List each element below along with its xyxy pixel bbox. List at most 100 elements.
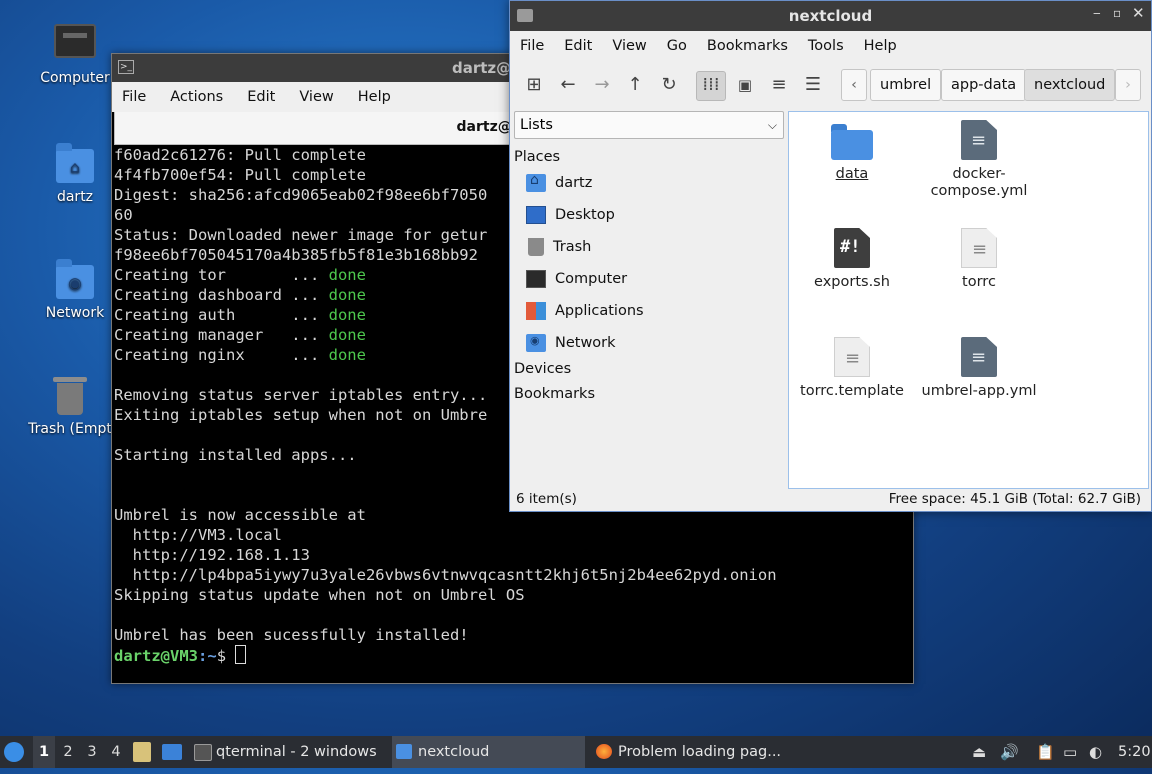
new-tab-icon[interactable]: ⊞ — [520, 71, 548, 99]
place-item-applications[interactable]: Applications — [512, 295, 786, 327]
reload-icon[interactable]: ↻ — [655, 71, 683, 99]
menu-file[interactable]: File — [122, 89, 146, 105]
forward-icon[interactable]: → — [588, 71, 616, 99]
menu-view[interactable]: View — [612, 38, 646, 54]
terminal-line: Skipping status update when not on Umbre… — [114, 586, 525, 604]
file-manager-toolbar: ⊞ ← → ↑ ↻ ⁞⁞⁞ ▣ ≡ ☰ ‹ umbrel app-data ne… — [510, 61, 1151, 107]
side-pane: Lists⌵ Places dartz Desktop Trash Comput… — [512, 109, 786, 489]
desktop-icon-trash[interactable]: Trash (Empt — [22, 375, 118, 437]
task-qterminal[interactable]: qterminal - 2 windows — [190, 736, 385, 768]
computer-icon — [54, 24, 96, 64]
thumbnail-view-icon[interactable]: ▣ — [731, 71, 759, 99]
desktop-icon — [526, 206, 546, 224]
place-item-network[interactable]: Network — [512, 327, 786, 359]
detailed-list-icon[interactable]: ☰ — [799, 71, 827, 99]
menu-actions[interactable]: Actions — [170, 89, 223, 105]
free-space: Free space: 45.1 GiB (Total: 62.7 GiB) — [888, 491, 1141, 507]
file-item-umbrel-app[interactable]: umbrel-app.yml — [919, 337, 1039, 400]
desktop-icon-label: Computer — [40, 70, 110, 86]
menu-help[interactable]: Help — [358, 89, 391, 105]
firefox-icon — [596, 744, 612, 759]
minimize-icon[interactable]: ‒ — [1093, 6, 1101, 20]
close-icon[interactable]: ✕ — [1132, 4, 1145, 22]
icon-view-icon[interactable]: ⁞⁞⁞ — [696, 71, 726, 101]
clock[interactable]: 5:20 — [1118, 736, 1151, 768]
folder-icon — [396, 744, 412, 759]
workspace-3[interactable]: 3 — [81, 736, 103, 768]
back-icon[interactable]: ← — [554, 71, 582, 99]
terminal-title: dartz@ — [452, 59, 512, 77]
script-file-icon — [834, 228, 870, 268]
menu-edit[interactable]: Edit — [564, 38, 592, 54]
file-manager-window[interactable]: nextcloud ‒ ▫ ✕ File Edit View Go Bookma… — [509, 0, 1152, 512]
desktop-icon-computer[interactable]: Computer — [27, 24, 123, 86]
terminal-prompt: dartz@VM3:~$ — [114, 645, 911, 666]
text-editor-launcher-icon[interactable] — [133, 736, 151, 768]
text-file-icon — [961, 228, 997, 268]
terminal-line: http://VM3.local — [114, 526, 282, 544]
file-item-docker-compose[interactable]: docker- compose.yml — [919, 120, 1039, 200]
notification-icon[interactable]: ◐ — [1089, 736, 1102, 768]
network-status-icon[interactable]: ▭ — [1063, 736, 1077, 768]
place-item-desktop[interactable]: Desktop — [512, 199, 786, 231]
show-desktop-icon[interactable] — [162, 736, 182, 768]
trash-icon — [49, 375, 91, 415]
menu-edit[interactable]: Edit — [247, 89, 275, 105]
place-item-trash[interactable]: Trash — [512, 231, 786, 263]
desktop-icon-network[interactable]: ◉ Network — [27, 259, 123, 321]
compact-view-icon[interactable]: ≡ — [765, 71, 793, 99]
menu-go[interactable]: Go — [667, 38, 687, 54]
up-icon[interactable]: ↑ — [621, 71, 649, 99]
start-menu-icon[interactable] — [4, 736, 28, 768]
eject-icon[interactable]: ⏏ — [972, 736, 986, 768]
places-header: Places — [514, 149, 561, 165]
computer-icon — [526, 270, 546, 288]
file-manager-titlebar[interactable]: nextcloud ‒ ▫ ✕ — [510, 1, 1151, 31]
folder-icon — [831, 124, 873, 160]
menu-view[interactable]: View — [299, 89, 333, 105]
taskbar: 1 2 3 4 qterminal - 2 windows nextcloud … — [0, 736, 1152, 768]
terminal-line: http://192.168.1.13 — [114, 546, 310, 564]
file-view[interactable]: data docker- compose.yml exports.sh torr… — [788, 111, 1149, 489]
task-nextcloud[interactable]: nextcloud — [392, 736, 585, 768]
desktop-icon-home[interactable]: ⌂ dartz — [27, 143, 123, 205]
file-item-torrc[interactable]: torrc — [919, 228, 1039, 291]
terminal-line: ​ — [114, 605, 911, 625]
bookmarks-header[interactable]: Bookmarks — [514, 386, 786, 409]
maximize-icon[interactable]: ▫ — [1113, 6, 1121, 20]
clipboard-icon[interactable]: 📋 — [1036, 736, 1055, 768]
workspace-2[interactable]: 2 — [57, 736, 79, 768]
menu-help[interactable]: Help — [864, 38, 897, 54]
devices-header[interactable]: Devices — [514, 361, 786, 384]
breadcrumb-scroll-right-icon[interactable]: › — [1115, 69, 1141, 101]
file-item-data[interactable]: data — [792, 120, 912, 183]
menu-bookmarks[interactable]: Bookmarks — [707, 38, 788, 54]
terminal-icon: >_ — [118, 60, 134, 74]
chevron-down-icon: ⌵ — [767, 118, 777, 132]
applications-icon — [526, 302, 546, 320]
breadcrumb-scroll-left-icon[interactable]: ‹ — [841, 69, 867, 101]
menu-file[interactable]: File — [520, 38, 544, 54]
status-bar: 6 item(s) Free space: 45.1 GiB (Total: 6… — [510, 489, 1151, 511]
desktop-icon-label: Trash (Empt — [28, 421, 112, 437]
item-count: 6 item(s) — [516, 491, 577, 507]
menu-tools[interactable]: Tools — [808, 38, 844, 54]
yaml-file-icon — [961, 120, 997, 160]
breadcrumb-nextcloud[interactable]: nextcloud — [1024, 69, 1116, 101]
yaml-file-icon — [961, 337, 997, 377]
breadcrumb-umbrel[interactable]: umbrel — [870, 69, 942, 101]
workspace-1[interactable]: 1 — [33, 736, 55, 768]
file-manager-menubar: File Edit View Go Bookmarks Tools Help — [510, 31, 1151, 61]
place-item-computer[interactable]: Computer — [512, 263, 786, 295]
side-pane-mode-select[interactable]: Lists ⌵ — [514, 111, 784, 139]
place-item-home[interactable]: dartz — [512, 167, 786, 199]
volume-icon[interactable]: 🔊 — [1000, 736, 1019, 768]
task-firefox[interactable]: Problem loading pag... — [592, 736, 787, 768]
workspace-4[interactable]: 4 — [105, 736, 127, 768]
file-item-torrc-template[interactable]: torrc.template — [792, 337, 912, 400]
file-item-exports-sh[interactable]: exports.sh — [792, 228, 912, 291]
breadcrumb-app-data[interactable]: app-data — [941, 69, 1027, 101]
file-manager-title: nextcloud — [788, 7, 873, 25]
network-folder-icon: ◉ — [54, 259, 96, 299]
trash-icon — [528, 238, 544, 256]
